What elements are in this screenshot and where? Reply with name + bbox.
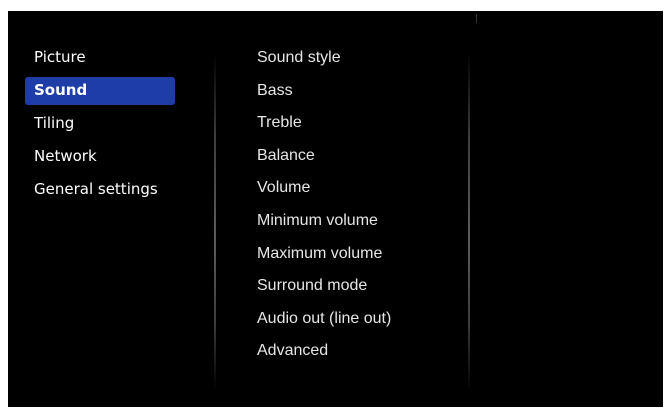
- top-edge-mark: [476, 14, 477, 23]
- osd-menu-screen: Picture Sound Tiling Network General set…: [8, 11, 663, 407]
- main-menu-item-sound[interactable]: Sound: [25, 77, 175, 105]
- submenu-item-sound-style[interactable]: Sound style: [257, 43, 462, 76]
- sound-submenu: Sound style Bass Treble Balance Volume M…: [257, 43, 462, 369]
- submenu-item-maximum-volume[interactable]: Maximum volume: [257, 239, 462, 272]
- submenu-item-volume[interactable]: Volume: [257, 173, 462, 206]
- submenu-item-treble[interactable]: Treble: [257, 108, 462, 141]
- submenu-item-minimum-volume[interactable]: Minimum volume: [257, 206, 462, 239]
- submenu-item-surround-mode[interactable]: Surround mode: [257, 271, 462, 304]
- column-divider-right: [468, 51, 470, 391]
- main-menu-item-tiling[interactable]: Tiling: [25, 110, 175, 138]
- main-menu-item-general-settings[interactable]: General settings: [25, 176, 175, 204]
- submenu-item-audio-out[interactable]: Audio out (line out): [257, 304, 462, 337]
- main-menu-item-network[interactable]: Network: [25, 143, 175, 171]
- submenu-item-advanced[interactable]: Advanced: [257, 336, 462, 369]
- main-menu: Picture Sound Tiling Network General set…: [25, 44, 175, 209]
- submenu-item-bass[interactable]: Bass: [257, 76, 462, 109]
- column-divider-left: [214, 51, 216, 391]
- main-menu-item-picture[interactable]: Picture: [25, 44, 175, 72]
- submenu-item-balance[interactable]: Balance: [257, 141, 462, 174]
